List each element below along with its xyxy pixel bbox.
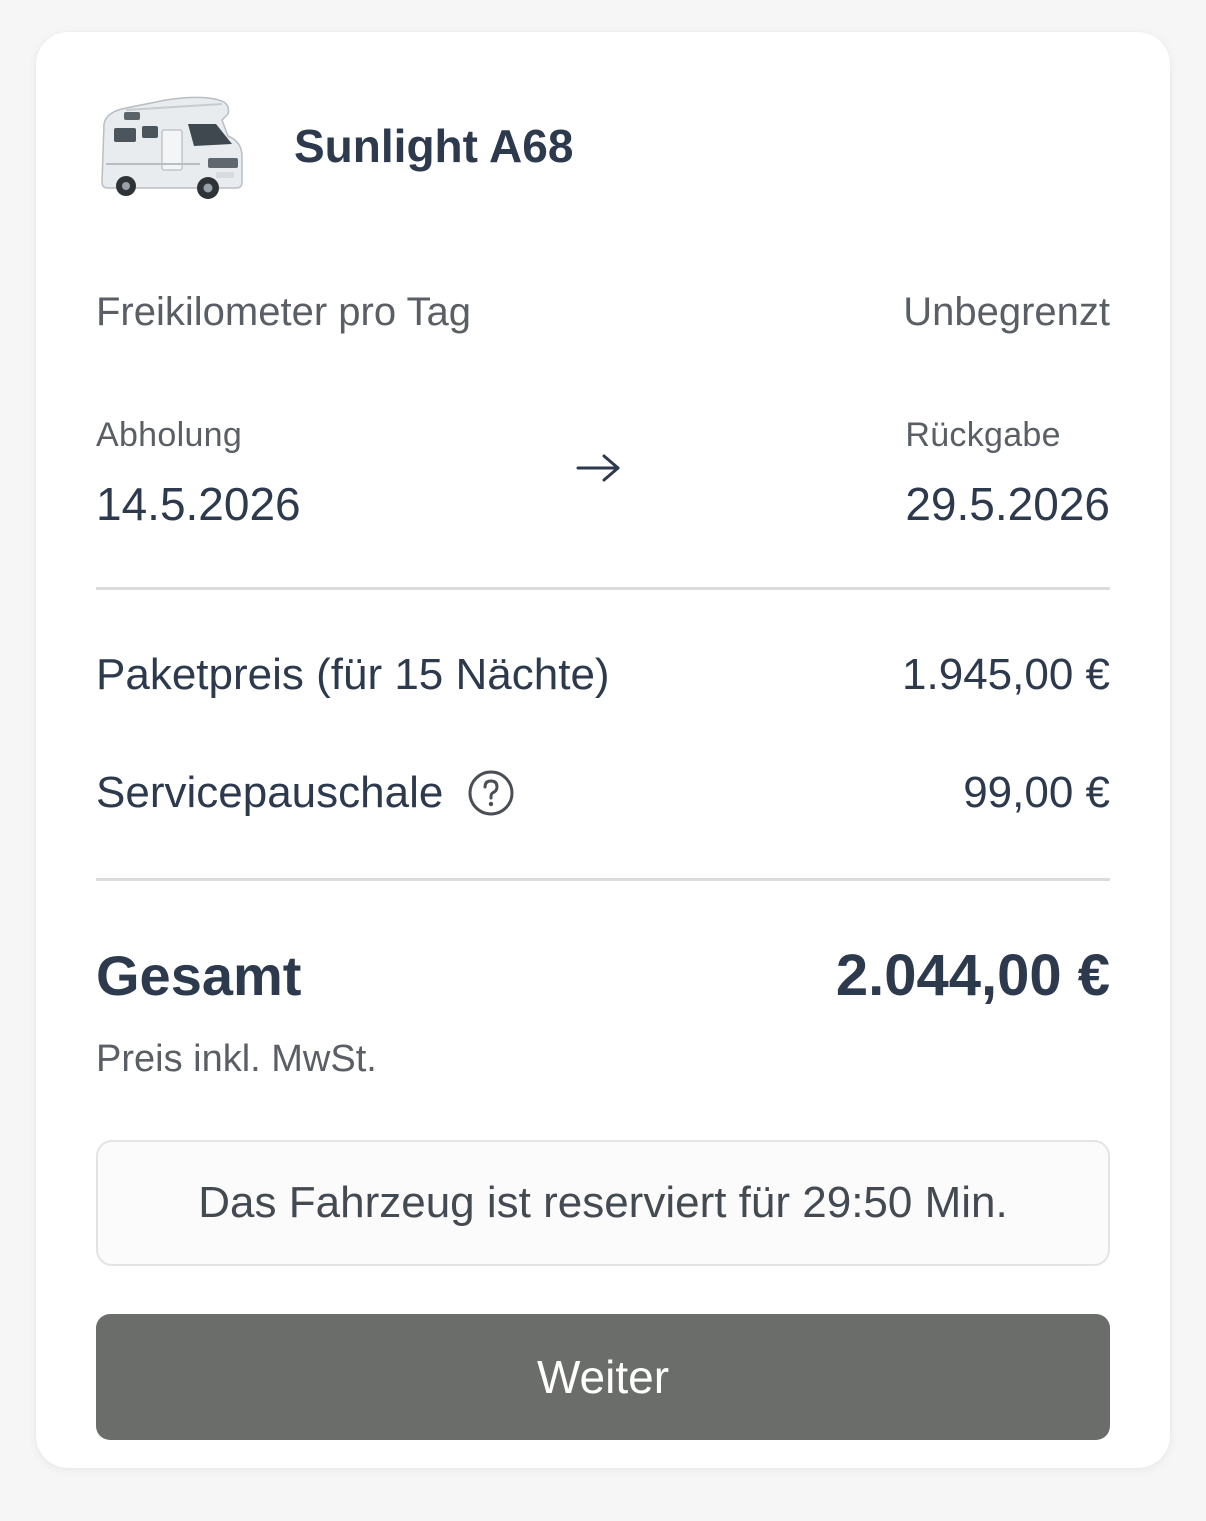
return-label: Rückgabe bbox=[905, 416, 1061, 454]
help-circle-icon[interactable] bbox=[467, 769, 515, 817]
pickup-date: 14.5.2026 bbox=[96, 478, 301, 530]
free-km-row: Freikilometer pro Tag Unbegrenzt bbox=[96, 290, 1110, 335]
package-price-value: 1.945,00 € bbox=[902, 650, 1110, 699]
return-date-block: Rückgabe 29.5.2026 bbox=[905, 416, 1110, 531]
motorhome-icon bbox=[101, 96, 243, 199]
service-fee-label-group: Servicepauschale bbox=[96, 768, 515, 818]
continue-button[interactable]: Weiter bbox=[96, 1314, 1110, 1440]
arrow-right-icon bbox=[576, 454, 620, 482]
rental-dates: Abholung 14.5.2026 Rückgabe 29.5.2026 bbox=[96, 416, 1110, 536]
service-fee-value: 99,00 € bbox=[963, 768, 1110, 817]
free-km-label: Freikilometer pro Tag bbox=[96, 290, 471, 334]
booking-summary-card: Sunlight A68 Freikilometer pro Tag Unbeg… bbox=[36, 32, 1170, 1468]
reservation-text: Das Fahrzeug ist reserviert für 29:50 Mi… bbox=[198, 1178, 1008, 1227]
return-date: 29.5.2026 bbox=[905, 478, 1110, 530]
total-row: Gesamt 2.044,00 € bbox=[96, 942, 1110, 1009]
package-price-row: Paketpreis (für 15 Nächte) 1.945,00 € bbox=[96, 650, 1110, 700]
vehicle-title: Sunlight A68 bbox=[294, 120, 574, 172]
pickup-date-block: Abholung 14.5.2026 bbox=[96, 416, 301, 531]
divider bbox=[96, 587, 1110, 590]
total-value: 2.044,00 € bbox=[835, 943, 1110, 1008]
reservation-timer: Das Fahrzeug ist reserviert für 29:50 Mi… bbox=[96, 1140, 1110, 1266]
total-label: Gesamt bbox=[96, 944, 302, 1007]
pickup-label: Abholung bbox=[96, 416, 243, 454]
service-fee-row: Servicepauschale 99,00 € bbox=[96, 768, 1110, 818]
vat-note: Preis inkl. MwSt. bbox=[96, 1038, 377, 1080]
package-price-label: Paketpreis (für 15 Nächte) bbox=[96, 650, 610, 699]
service-fee-label: Servicepauschale bbox=[96, 768, 444, 817]
vehicle-header: Sunlight A68 bbox=[96, 90, 573, 202]
divider bbox=[96, 878, 1110, 881]
free-km-value: Unbegrenzt bbox=[903, 290, 1110, 334]
